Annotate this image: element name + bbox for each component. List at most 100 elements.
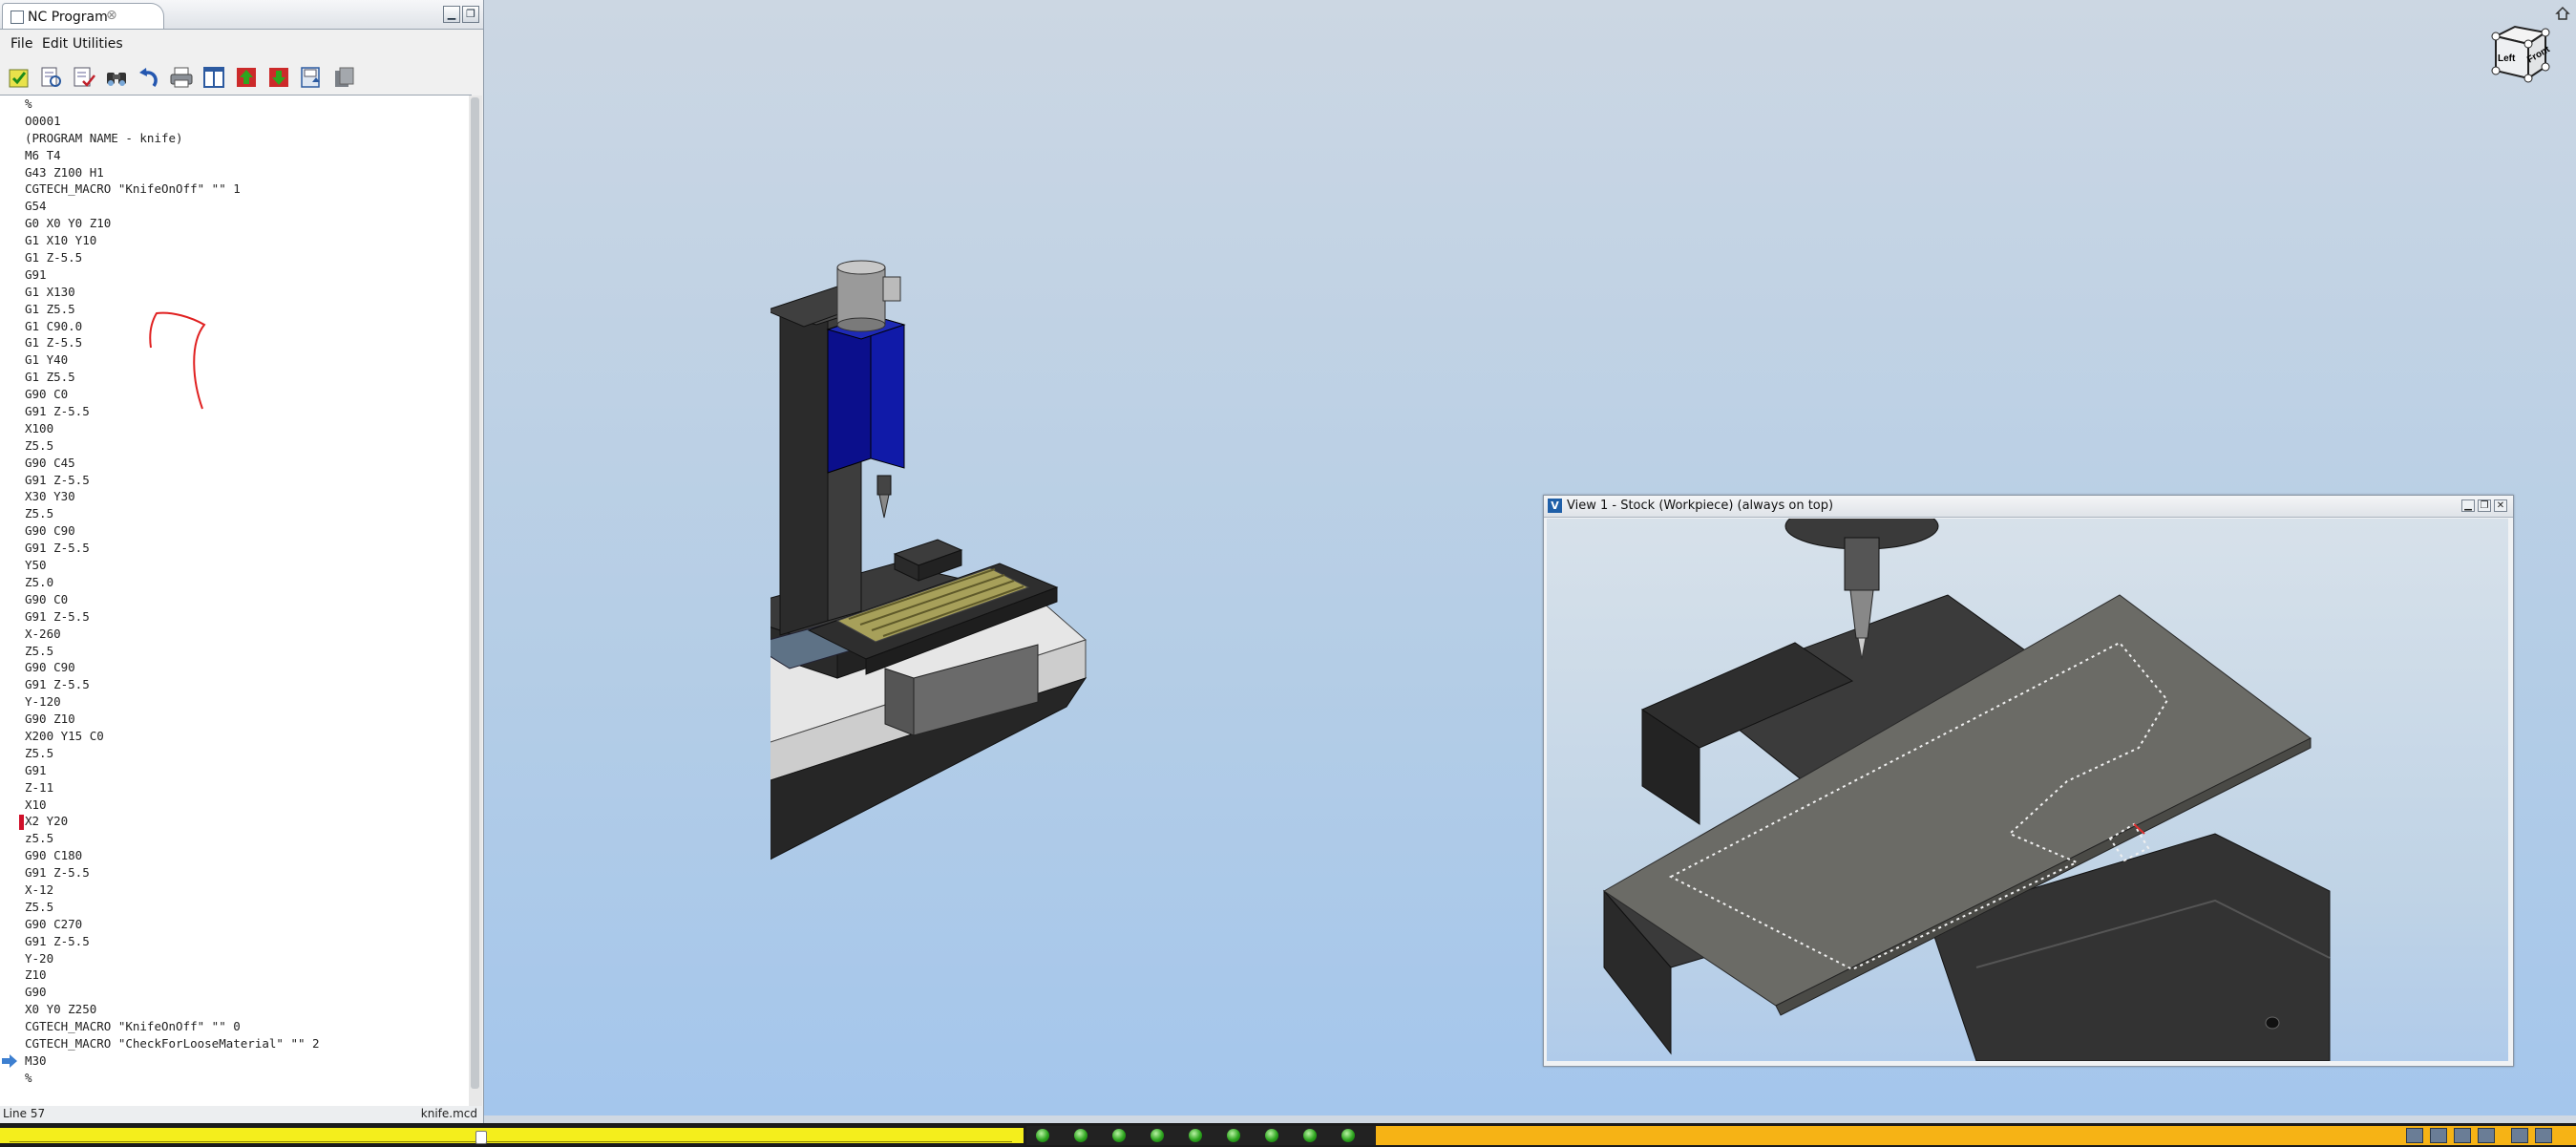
code-line[interactable]: X-12: [25, 881, 320, 899]
code-line[interactable]: X0 Y0 Z250: [25, 1001, 320, 1018]
code-line[interactable]: Z10: [25, 966, 320, 984]
code-line[interactable]: X-260: [25, 626, 320, 643]
menu-edit[interactable]: Edit: [42, 36, 68, 52]
code-line[interactable]: Z-11: [25, 779, 320, 797]
progress-line: [10, 1141, 1012, 1142]
red-annotation-arrow: [149, 311, 206, 410]
code-line[interactable]: Y-120: [25, 693, 320, 711]
code-line[interactable]: Z5.5: [25, 745, 320, 762]
code-line[interactable]: G90 C0: [25, 591, 320, 608]
code-line[interactable]: G90 Z10: [25, 711, 320, 728]
code-line[interactable]: G1 Z-5.5: [25, 249, 320, 266]
code-line[interactable]: G90 C270: [25, 916, 320, 933]
code-line[interactable]: Z5.0: [25, 574, 320, 591]
menu-file[interactable]: File: [11, 36, 32, 52]
code-line[interactable]: %: [25, 96, 320, 113]
code-line[interactable]: Z5.5: [25, 505, 320, 522]
tab-nc-program[interactable]: NC Program ⊗: [2, 3, 164, 29]
status-light: [1265, 1129, 1278, 1142]
step-forward-icon[interactable]: [266, 65, 291, 90]
code-line[interactable]: X10: [25, 797, 320, 814]
tray-info-icon[interactable]: [2478, 1128, 2495, 1143]
code-line[interactable]: z5.5: [25, 830, 320, 847]
code-line[interactable]: G91 Z-5.5: [25, 864, 320, 881]
scrollbar-thumb[interactable]: [471, 97, 479, 1089]
code-line[interactable]: Y-20: [25, 950, 320, 967]
tray-monitor-icon[interactable]: [2406, 1128, 2423, 1143]
menu-utilities[interactable]: Utilities: [73, 36, 123, 52]
undo-icon[interactable]: [137, 65, 161, 90]
machine-viewport[interactable]: Left Front V View 1 - Stock (Workpiece) …: [484, 0, 2576, 1115]
tray-pause-icon[interactable]: [2454, 1128, 2471, 1143]
code-line[interactable]: G90 C90: [25, 659, 320, 676]
code-line[interactable]: X200 Y15 C0: [25, 728, 320, 745]
code-line[interactable]: G54: [25, 198, 320, 215]
code-line[interactable]: G43 Z100 H1: [25, 164, 320, 181]
stock-restore-button[interactable]: ❐: [2478, 499, 2491, 512]
workpiece-model: [1603, 519, 2331, 1061]
status-light: [1341, 1129, 1355, 1142]
code-line[interactable]: G91: [25, 266, 320, 284]
code-line[interactable]: G90 C180: [25, 847, 320, 864]
restore-button[interactable]: ❐: [462, 6, 479, 23]
stock-window-title: View 1 - Stock (Workpiece) (always on to…: [1567, 499, 1834, 513]
tray-settings-icon[interactable]: [2430, 1128, 2447, 1143]
code-line[interactable]: G90 C90: [25, 522, 320, 540]
code-line[interactable]: Z5.5: [25, 899, 320, 916]
current-line-arrow-icon: [2, 1054, 17, 1069]
code-line[interactable]: %: [25, 1070, 320, 1087]
stock-view-window[interactable]: V View 1 - Stock (Workpiece) (always on …: [1543, 495, 2514, 1067]
code-line[interactable]: X100: [25, 420, 320, 437]
code-line[interactable]: CGTECH_MACRO "KnifeOnOff" "" 1: [25, 181, 320, 198]
step-back-icon[interactable]: [234, 65, 259, 90]
tray-stop-icon[interactable]: [2535, 1128, 2552, 1143]
code-line[interactable]: G90: [25, 984, 320, 1001]
code-line[interactable]: G91 Z-5.5: [25, 540, 320, 557]
binoculars-icon[interactable]: [104, 65, 129, 90]
clipboard-icon[interactable]: [331, 65, 356, 90]
close-tab-icon[interactable]: ⊗: [106, 8, 117, 23]
status-light: [1112, 1129, 1126, 1142]
code-line[interactable]: X2 Y20: [25, 813, 320, 830]
code-scrollbar[interactable]: [469, 96, 482, 1106]
stock-window-titlebar[interactable]: V View 1 - Stock (Workpiece) (always on …: [1544, 496, 2513, 518]
code-line[interactable]: G91: [25, 762, 320, 779]
code-line[interactable]: G91 Z-5.5: [25, 933, 320, 950]
simulation-slider-knob[interactable]: [475, 1131, 487, 1144]
code-line[interactable]: G0 X0 Y0 Z10: [25, 215, 320, 232]
code-line[interactable]: Y50: [25, 557, 320, 574]
minimize-button[interactable]: ▁: [443, 6, 460, 23]
tray-play-icon[interactable]: [2511, 1128, 2528, 1143]
code-line[interactable]: G91 Z-5.5: [25, 608, 320, 626]
columns-icon[interactable]: [201, 65, 226, 90]
view-cube[interactable]: Left Front: [2486, 19, 2553, 86]
code-line[interactable]: M6 T4: [25, 147, 320, 164]
code-line[interactable]: M30: [25, 1052, 320, 1070]
code-line[interactable]: G91 Z-5.5: [25, 676, 320, 693]
code-line[interactable]: Z5.5: [25, 643, 320, 660]
home-icon[interactable]: [2555, 6, 2570, 21]
code-line[interactable]: (PROGRAM NAME - knife): [25, 130, 320, 147]
code-line[interactable]: G1 X130: [25, 284, 320, 301]
code-line[interactable]: CGTECH_MACRO "CheckForLooseMaterial" "" …: [25, 1035, 320, 1052]
stock-3d-view[interactable]: [1547, 519, 2508, 1061]
print-icon[interactable]: [169, 65, 194, 90]
code-line[interactable]: G90 C45: [25, 455, 320, 472]
save-icon[interactable]: [299, 65, 324, 90]
check-icon[interactable]: [7, 65, 32, 90]
code-line[interactable]: G91 Z-5.5: [25, 472, 320, 489]
code-line[interactable]: X30 Y30: [25, 488, 320, 505]
code-line[interactable]: O0001: [25, 113, 320, 130]
code-line[interactable]: Z5.5: [25, 437, 320, 455]
milling-machine-model: [771, 260, 1087, 860]
nc-code-editor[interactable]: % O0001 (PROGRAM NAME - knife) M6 T4 G43 Z10…: [0, 95, 472, 1108]
simulation-progress-track[interactable]: [0, 1128, 1024, 1143]
search-file-icon[interactable]: [39, 65, 64, 90]
status-light: [1036, 1129, 1049, 1142]
stock-close-button[interactable]: ✕: [2494, 499, 2507, 512]
code-line[interactable]: G1 X10 Y10: [25, 232, 320, 249]
verify-icon[interactable]: [72, 65, 96, 90]
code-line[interactable]: CGTECH_MACRO "KnifeOnOff" "" 0: [25, 1018, 320, 1035]
status-bar: Line 57 knife.mcd: [0, 1106, 483, 1123]
stock-minimize-button[interactable]: ▁: [2461, 499, 2475, 512]
